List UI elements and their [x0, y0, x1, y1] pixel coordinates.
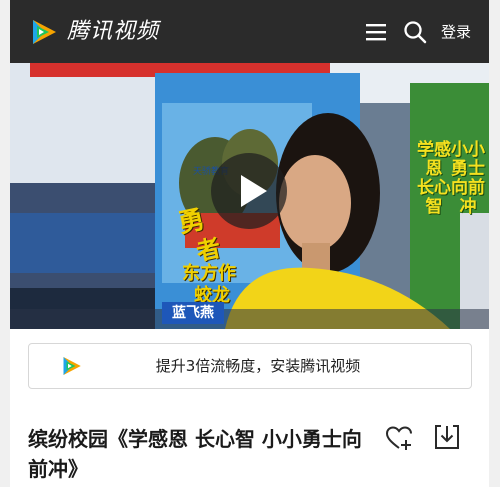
brand-name[interactable]: 腾讯视频 [67, 16, 159, 48]
favorite-add-icon[interactable] [385, 425, 413, 451]
video-banner-right: 小小勇士向前冲 [451, 140, 485, 217]
video-title: 缤纷校园《学感恩 长心智 小小勇士向前冲》 [28, 427, 362, 481]
video-player[interactable]: 学感恩 长心智 小小勇士向前冲 天骄教育 勇 者 东方作 蛟龙 蓝飞燕 [10, 63, 489, 329]
app-frame: 腾讯视频 登录 学感恩 长心智 小小勇士向前冲 天骄教育 勇 者 东方作 蛟龙 … [10, 0, 489, 487]
tencent-video-logo[interactable] [27, 16, 59, 48]
install-banner-text: 提升3倍流畅度，安装腾讯视频 [155, 357, 361, 375]
download-icon[interactable] [433, 423, 461, 451]
play-icon [241, 175, 267, 207]
top-bar: 腾讯视频 登录 [10, 0, 489, 63]
play-button[interactable] [211, 153, 287, 229]
poster-name-chip: 蓝飞燕 [162, 302, 224, 324]
search-icon[interactable] [403, 20, 427, 44]
install-app-banner[interactable]: 提升3倍流畅度，安装腾讯视频 [28, 343, 472, 389]
login-link[interactable]: 登录 [441, 20, 471, 44]
menu-icon[interactable] [365, 22, 389, 42]
video-banner-left: 学感恩 长心智 [417, 140, 451, 217]
